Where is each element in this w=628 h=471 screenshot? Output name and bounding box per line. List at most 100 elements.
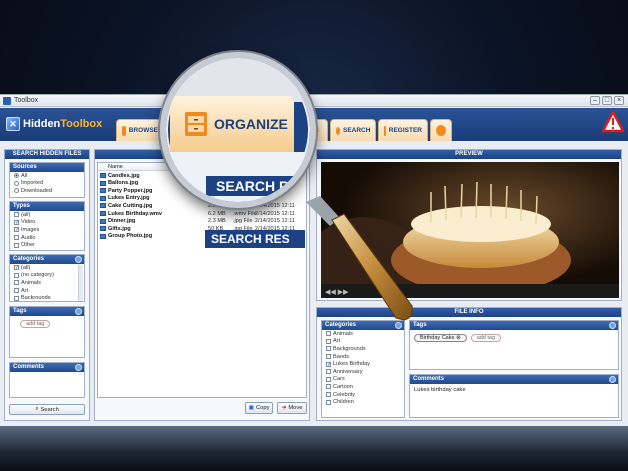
title-bar: Toolbox – □ × — [0, 95, 628, 107]
table-row[interactable]: Dinner.jpg 2.3 MB .jpg File 2/14/2015 12:11 — [98, 218, 306, 226]
category-label: Celebrity — [333, 391, 356, 398]
close-button[interactable]: × — [614, 96, 624, 105]
category-label: Lukes Birthday — [333, 361, 371, 368]
type-other[interactable]: Other — [10, 241, 84, 249]
expand-icon[interactable] — [609, 376, 616, 383]
fileinfo-category-item[interactable]: Backgrounds — [322, 345, 404, 353]
copy-button[interactable]: ▣ Copy — [245, 402, 273, 414]
fileinfo-category-item[interactable]: ✓ Lukes Birthday — [322, 360, 404, 368]
source-downloaded[interactable]: Downloaded — [10, 187, 84, 195]
file-type: .wmv File — [233, 210, 257, 217]
fileinfo-category-item[interactable]: Children — [322, 398, 404, 406]
expand-icon[interactable] — [75, 364, 82, 371]
type-images[interactable]: ✓ Images — [10, 226, 84, 234]
table-row[interactable]: Cake Cutting.jpg2.8 MB.jpg File2/14/2015… — [98, 202, 306, 210]
file-name: Candles.jpg — [108, 172, 140, 179]
move-button[interactable]: ➜ Move — [277, 402, 307, 414]
category-backrounds[interactable]: Backrounds — [10, 294, 84, 302]
file-type: .jpg File — [233, 218, 253, 225]
register-icon — [384, 125, 386, 136]
fileinfo-category-item[interactable]: Cartoon — [322, 383, 404, 391]
file-icon — [100, 195, 106, 201]
sources-header: Sources — [10, 163, 84, 172]
window-title: Toolbox — [14, 97, 39, 104]
file-icon — [100, 173, 106, 178]
tab-search[interactable]: SEARCH — [330, 119, 376, 141]
fileinfo-category-item[interactable]: Bands — [322, 353, 404, 361]
fileinfo-tags-header: Tags — [410, 321, 618, 330]
add-tag-button[interactable]: add tag — [20, 320, 51, 328]
tag-chip[interactable]: Birthday Cake ⊗ — [414, 334, 467, 342]
checkbox[interactable] — [326, 338, 331, 344]
file-name: Group Photo.jpg — [108, 233, 153, 240]
category-animals[interactable]: Animals — [10, 279, 84, 287]
warning-icon[interactable] — [602, 111, 624, 133]
tab-browse[interactable]: BROWSE — [116, 119, 164, 141]
minimize-button[interactable]: – — [590, 96, 600, 105]
source-imported[interactable]: Imported — [10, 180, 84, 188]
magnified-results-title: SEARCH RES — [205, 230, 305, 248]
search-icon: ⌕ — [35, 406, 39, 412]
sources-group: Sources All Imported Downloaded — [9, 162, 85, 198]
checkbox[interactable] — [326, 346, 331, 352]
maximize-button[interactable]: □ — [602, 96, 612, 105]
comments-group: Comments — [9, 362, 85, 398]
category-all[interactable]: ✓ (all) — [10, 264, 84, 272]
remove-tag-icon[interactable]: ⊗ — [456, 335, 461, 341]
checkbox[interactable] — [326, 354, 331, 360]
type-all[interactable]: (all) — [10, 211, 84, 219]
category-label: Backgrounds — [333, 345, 366, 352]
tab-settings[interactable] — [430, 119, 452, 141]
types-header: Types — [10, 202, 84, 211]
checkbox[interactable] — [326, 392, 331, 398]
category-label: Animals — [333, 330, 353, 337]
category-label: Anniversary — [333, 368, 363, 375]
expand-icon[interactable] — [609, 322, 616, 329]
category-none[interactable]: (no category) — [10, 272, 84, 280]
fileinfo-category-item[interactable]: Anniversary — [322, 368, 404, 376]
app-icon — [3, 97, 11, 105]
file-size: 6.2 MB — [208, 210, 226, 217]
fileinfo-comments-group: Comments Lukes birthday cake — [409, 374, 619, 418]
type-video[interactable]: ✓ Video — [10, 219, 84, 227]
logo-text-toolbox: Toolbox — [60, 118, 103, 130]
file-icon — [100, 188, 106, 194]
fileinfo-category-item[interactable]: Animals — [322, 330, 404, 338]
source-all[interactable]: All — [10, 172, 84, 180]
tab-organize[interactable]: ORGANIZE — [170, 96, 294, 152]
categories-group: Categories ✓ (all) (no category) Animals … — [9, 254, 85, 302]
tab-register[interactable]: REGISTER — [378, 119, 428, 141]
checkbox[interactable] — [326, 331, 331, 337]
type-audio[interactable]: Audio — [10, 234, 84, 242]
file-date: 2/14/2015 12:11 — [255, 210, 296, 217]
magnifier-handle — [306, 196, 413, 321]
categories-header: Categories — [10, 255, 84, 264]
category-label: Art — [333, 338, 341, 345]
comment-text[interactable]: Lukes birthday cake — [410, 384, 618, 396]
expand-icon[interactable] — [75, 256, 82, 263]
fileinfo-category-item[interactable]: Art — [322, 338, 404, 346]
search-icon — [336, 126, 340, 135]
expand-icon[interactable] — [75, 308, 82, 315]
checkbox[interactable]: ✓ — [326, 361, 331, 367]
panel-title: SEARCH HIDDEN FILES — [5, 150, 89, 159]
category-label: Cars — [333, 376, 345, 383]
toolbox-logo-icon: ✕ — [6, 117, 20, 131]
reflection — [0, 426, 628, 471]
categories-scrollbar[interactable] — [78, 265, 83, 301]
file-icon — [100, 180, 106, 186]
checkbox[interactable] — [326, 384, 331, 390]
fileinfo-category-item[interactable]: Cars — [322, 376, 404, 384]
types-group: Types (all) ✓ Video ✓ Images Audio Other — [9, 201, 85, 251]
add-tag-button[interactable]: add tag — [470, 334, 502, 342]
search-button[interactable]: ⌕ Search — [9, 404, 85, 415]
tags-header: Tags — [10, 307, 84, 316]
table-row[interactable]: Lukes Birthday.wmv 6.2 MB .wmv File 2/14/20… — [98, 210, 306, 218]
file-name: Dinner.jpg — [108, 218, 136, 225]
checkbox[interactable] — [326, 376, 331, 382]
fileinfo-category-item[interactable]: Celebrity — [322, 391, 404, 399]
checkbox[interactable] — [326, 369, 331, 375]
file-name: Ballons.jpg — [108, 180, 139, 187]
checkbox[interactable] — [326, 399, 331, 405]
category-art[interactable]: Art — [10, 287, 84, 295]
